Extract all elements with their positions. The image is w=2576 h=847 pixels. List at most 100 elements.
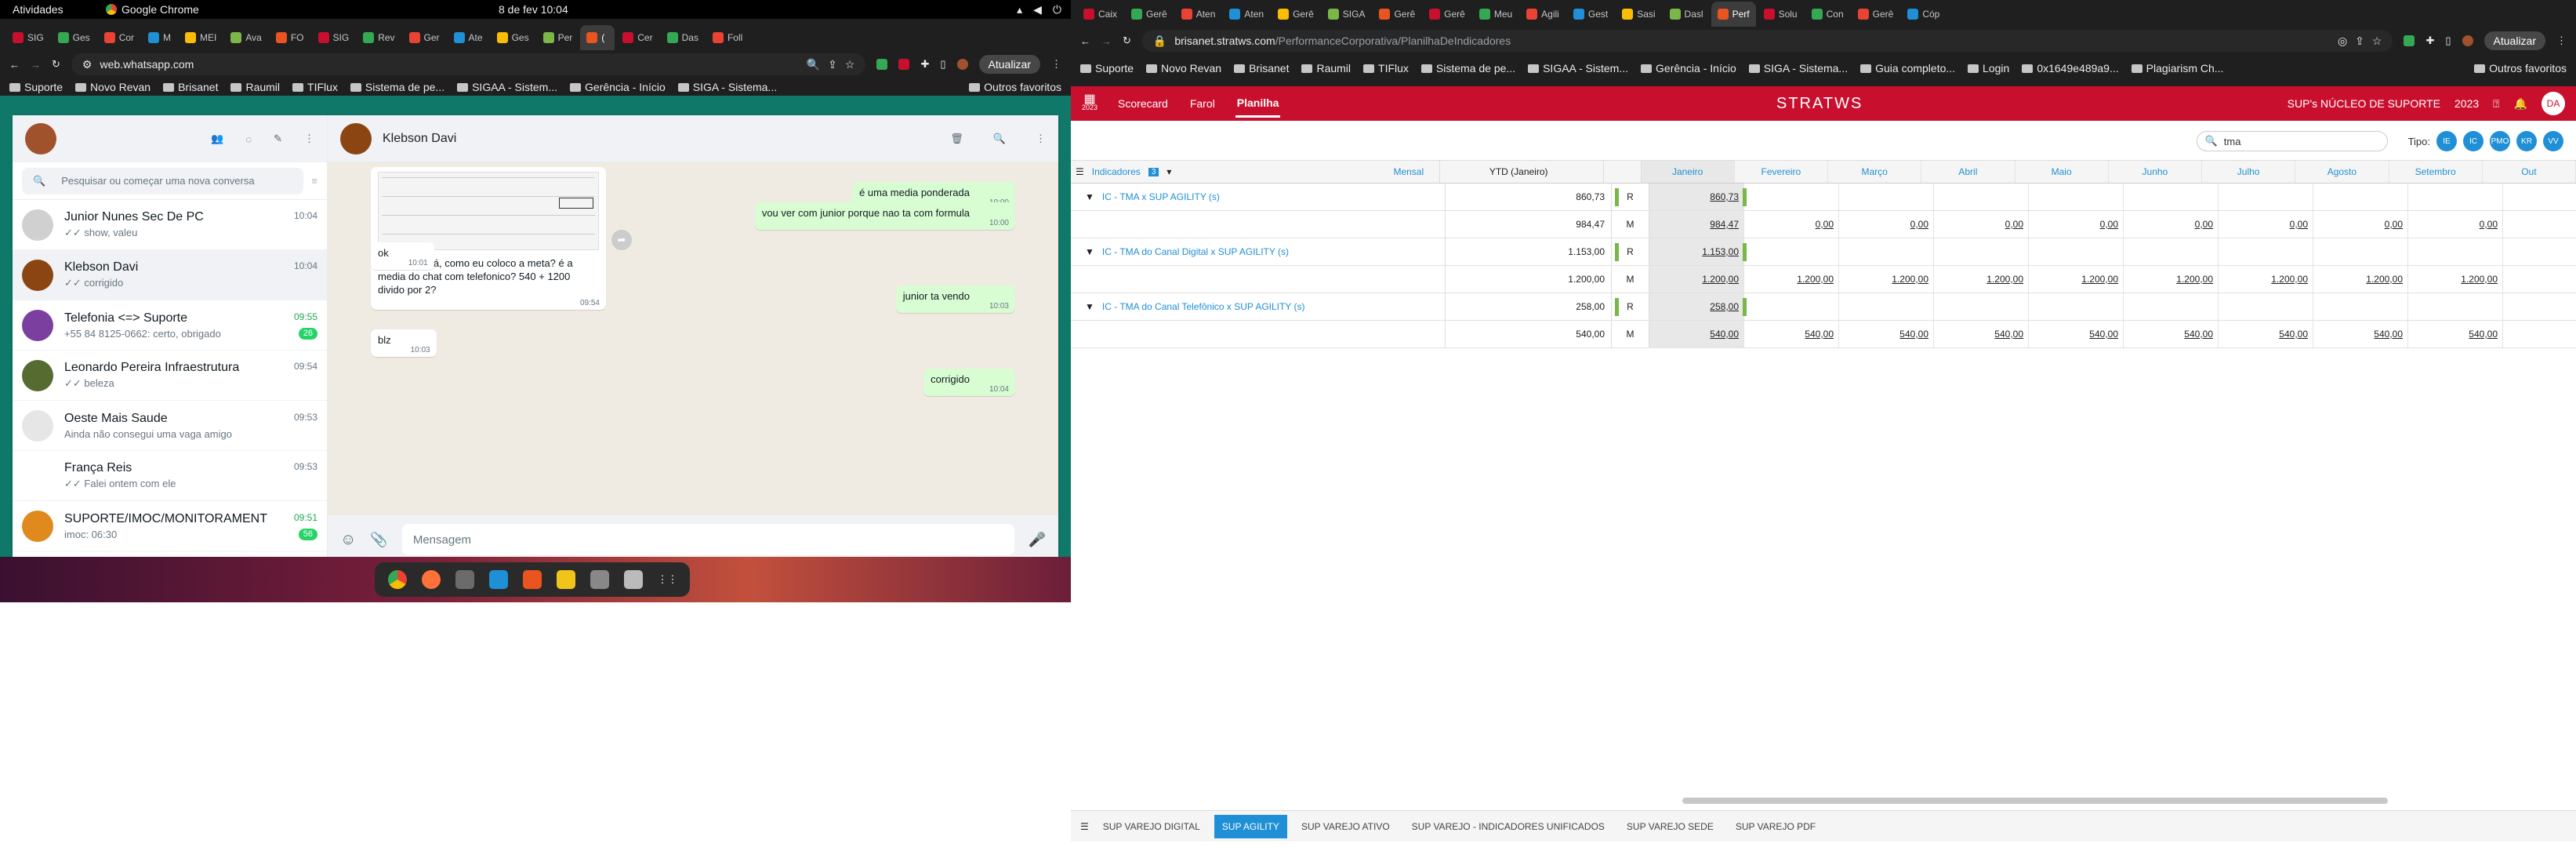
chat-list-item[interactable]: Leonardo Pereira Infraestrutura 09:54 ✓✓ b… <box>13 351 327 401</box>
sheet-tab[interactable]: SUP VAREJO PDF <box>1728 815 1823 838</box>
filter-icon[interactable]: ≡ <box>311 175 317 187</box>
extensions-icon[interactable]: ✚ <box>920 58 929 71</box>
tipo-chip-vv[interactable]: VV <box>2543 131 2563 151</box>
left-address-bar[interactable]: ⚙ web.whatsapp.com 🔍 ⇪ ☆ <box>71 53 866 75</box>
message-bubble[interactable]: junior ta vendo 10:03 <box>895 285 1015 313</box>
chat-search-input[interactable]: 🔍 Pesquisar ou começar uma nova conversa <box>22 167 304 194</box>
sheet-tab[interactable]: SUP VAREJO ATIVO <box>1293 815 1398 838</box>
month-value-cell[interactable] <box>1934 293 2029 320</box>
sheet-tab[interactable]: SUP VAREJO DIGITAL <box>1095 815 1208 838</box>
update-button[interactable]: Atualizar <box>978 55 1040 74</box>
tipo-chip-kr[interactable]: KR <box>2516 131 2537 151</box>
bookmark-item[interactable]: SIGAA - Sistem... <box>1528 62 1628 75</box>
microphone-icon[interactable]: 🎤 <box>1029 532 1046 548</box>
month-value-cell[interactable] <box>2219 293 2313 320</box>
indicators-label[interactable]: Indicadores <box>1092 166 1141 177</box>
nav-planilha[interactable]: Planilha <box>1235 90 1281 118</box>
month-value-cell[interactable]: 0,00 <box>1744 211 1839 238</box>
month-value-cell[interactable]: 0,00 <box>2219 211 2313 238</box>
browser-tab[interactable]: Aten <box>1175 2 1222 27</box>
month-value-cell[interactable] <box>2124 184 2219 210</box>
month-value-cell[interactable] <box>2124 293 2219 320</box>
month-value-cell[interactable] <box>2219 238 2313 265</box>
month-value-cell[interactable] <box>1744 293 1839 320</box>
month-value-cell[interactable]: 1.200,00 <box>1934 266 2029 293</box>
month-value-cell[interactable] <box>1839 293 1934 320</box>
trash-icon[interactable] <box>623 570 643 589</box>
side-panel-icon[interactable]: ▯ <box>2445 35 2451 47</box>
browser-tab[interactable]: Con <box>1805 2 1850 27</box>
chat-list-item[interactable]: Oeste Mais Saude 09:53 Ainda não consegui … <box>13 401 327 451</box>
extension-icon[interactable] <box>898 59 910 70</box>
browser-tab[interactable]: M <box>142 25 177 50</box>
forward-icon[interactable]: ➦ <box>611 230 632 250</box>
month-value-cell[interactable] <box>1839 184 1934 210</box>
message-list[interactable]: mas ai que tá, como eu coloco a meta? é … <box>328 162 1058 515</box>
bookmark-item[interactable]: 0x1649e489a9... <box>2022 62 2119 75</box>
bell-icon[interactable]: 🔔 <box>2514 97 2527 111</box>
month-header[interactable]: Julho <box>2202 161 2296 183</box>
extension-icon[interactable] <box>2404 35 2415 46</box>
browser-tab[interactable]: Gerê <box>1125 2 1174 27</box>
period-selector[interactable]: Mensal <box>1393 166 1424 177</box>
month-value-cell[interactable] <box>2029 238 2124 265</box>
contact-avatar[interactable] <box>340 122 372 154</box>
expand-caret-icon[interactable]: ▼ <box>1085 191 1094 202</box>
indicator-name[interactable]: IC - TMA do Canal Digital x SUP AGILITY … <box>1102 246 1289 257</box>
browser-tab[interactable]: SIG <box>6 25 50 50</box>
month-header[interactable]: Março <box>1828 161 1922 183</box>
month-value-cell[interactable] <box>1839 238 1934 265</box>
tipo-chip-ie[interactable]: IE <box>2436 131 2457 151</box>
month-value-cell[interactable] <box>2408 184 2503 210</box>
clock[interactable]: 8 de fev 10:04 <box>499 3 568 16</box>
forward-icon[interactable]: → <box>1101 35 1112 47</box>
stratws-home[interactable]: ▦ 2023 <box>1082 93 1098 112</box>
bookmark-item[interactable]: Brisanet <box>1234 62 1289 75</box>
bookmark-item[interactable]: Sistema de pe... <box>1420 62 1515 75</box>
browser-tab[interactable]: Cóp <box>1901 2 1946 27</box>
month-value-cell[interactable]: 1.200,00 <box>2124 266 2219 293</box>
menu-icon[interactable]: ☰ <box>1080 821 1089 832</box>
browser-tab[interactable]: SIGA <box>1322 2 1372 27</box>
bookmark-item[interactable]: SIGAA - Sistem... <box>457 81 557 93</box>
trash-icon[interactable]: 🗑 <box>950 133 963 145</box>
bookmark-star-icon[interactable]: ☆ <box>845 58 855 71</box>
browser-tab[interactable]: Perf <box>1711 2 1756 27</box>
month-value-cell[interactable]: 540,00 <box>2124 321 2219 347</box>
nav-farol[interactable]: Farol <box>1188 91 1217 116</box>
month-value-cell[interactable] <box>2313 184 2408 210</box>
user-avatar[interactable]: DA <box>2542 92 2565 115</box>
menu-icon[interactable]: ⋮ <box>1051 58 1061 71</box>
bookmark-item[interactable]: Novo Revan <box>1146 62 1221 75</box>
menu-icon[interactable]: ☰ <box>1076 166 1084 177</box>
chat-list-item[interactable]: França Reis 09:53 ✓✓ Falei ontem com ele <box>13 451 327 501</box>
chevron-down-icon[interactable]: ▾ <box>1166 166 1171 177</box>
month-header[interactable]: Junho <box>2109 161 2202 183</box>
month-value-cell[interactable]: 540,00 <box>2029 321 2124 347</box>
month-value-cell[interactable]: 0,00 <box>1934 211 2029 238</box>
bookmark-star-icon[interactable]: ☆ <box>2372 35 2382 48</box>
indicator-name[interactable]: IC - TMA x SUP AGILITY (s) <box>1102 191 1220 202</box>
month-value-cell[interactable] <box>1744 238 1839 265</box>
month-value-cell[interactable]: 1.200,00 <box>2408 266 2503 293</box>
month-header[interactable]: Abril <box>1921 161 2015 183</box>
month-value-cell[interactable]: 1.200,00 <box>1744 266 1839 293</box>
unit-selector[interactable]: SUP's NÚCLEO DE SUPORTE <box>2288 97 2440 110</box>
bookmark-item[interactable]: Login <box>1968 62 2009 75</box>
back-icon[interactable]: ← <box>1080 35 1090 47</box>
bookmark-item[interactable]: Suporte <box>9 81 63 93</box>
browser-tab[interactable]: Ger <box>403 25 446 50</box>
other-bookmarks[interactable]: Outros favoritos <box>2474 62 2567 75</box>
notes-icon[interactable] <box>556 570 575 589</box>
firefox-icon[interactable] <box>422 570 441 589</box>
month-value-cell[interactable]: 984,47 <box>1649 211 1744 238</box>
indicator-search-input[interactable]: 🔍 tma <box>2196 131 2388 151</box>
vscode-icon[interactable] <box>489 570 509 589</box>
browser-tab[interactable]: Ges <box>491 25 535 50</box>
browser-tab[interactable]: SIG <box>312 25 356 50</box>
chat-list-item[interactable]: Junior Nunes Sec De PC 10:04 ✓✓ show, vale… <box>13 200 327 250</box>
month-value-cell[interactable]: 540,00 <box>1649 321 1744 347</box>
right-address-bar[interactable]: 🔒 brisanet.stratws.com/PerformanceCorpor… <box>1141 30 2393 52</box>
message-bubble[interactable]: blz 10:03 <box>371 329 437 357</box>
browser-tab[interactable]: Aten <box>1223 2 1270 27</box>
